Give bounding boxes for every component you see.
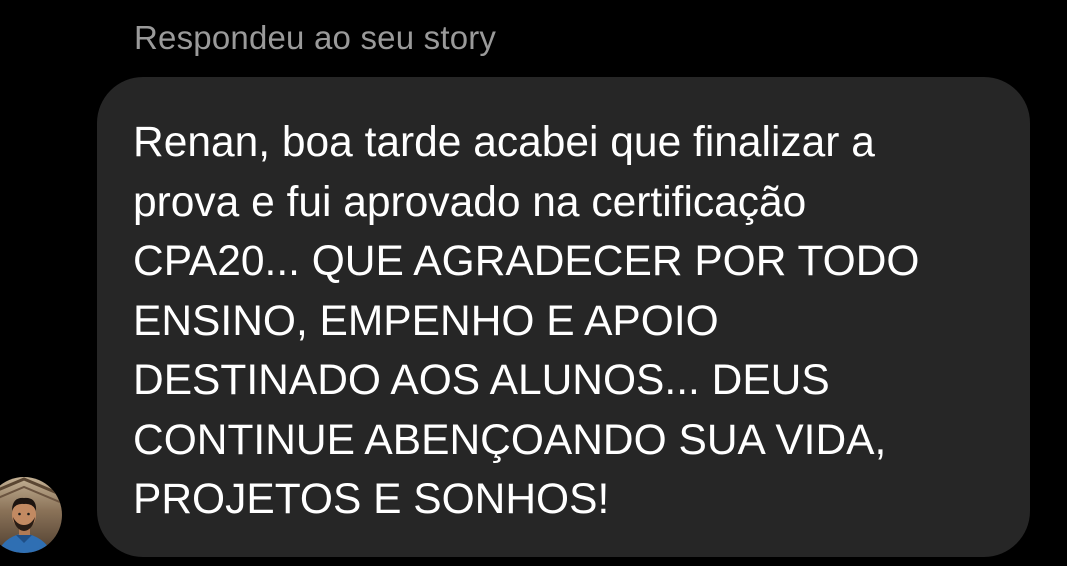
message-bubble[interactable]: Renan, boa tarde acabei que finalizar a …: [97, 77, 1030, 557]
message-line: CONTINUE ABENÇOANDO SUA VIDA,: [133, 416, 887, 464]
message-line: CPA20... QUE AGRADECER POR TODO: [133, 238, 920, 285]
sender-avatar[interactable]: [0, 473, 62, 557]
message-line: DESTINADO AOS ALUNOS... DEUS: [133, 357, 830, 404]
message-line: PROJETOS E SONHOS!: [133, 476, 610, 523]
message-line: Renan, boa tarde acabei que finalizar a: [133, 119, 875, 166]
message-line: ENSINO, EMPENHO E APOIO: [133, 297, 719, 345]
story-reply-caption: Respondeu ao seu story: [134, 19, 497, 56]
avatar-photo-icon: [0, 477, 62, 553]
message-line: prova e fui aprovado na certificação: [133, 178, 807, 226]
